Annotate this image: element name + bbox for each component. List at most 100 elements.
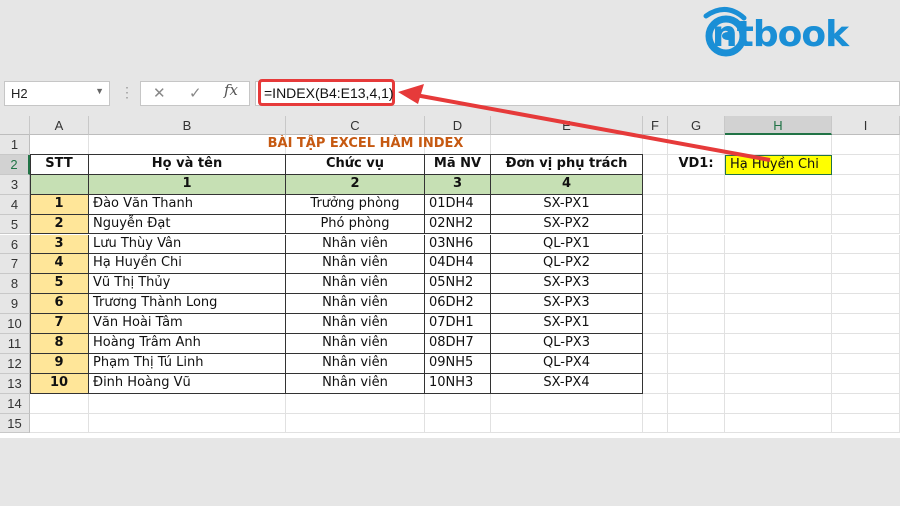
grid-cell[interactable] — [668, 294, 725, 315]
table-header[interactable]: STT — [30, 154, 89, 175]
column-header-g[interactable]: G — [668, 116, 725, 135]
stt-cell[interactable]: 1 — [30, 194, 89, 215]
employee-id-cell[interactable]: 02NH2 — [425, 214, 491, 235]
stt-cell[interactable]: 9 — [30, 353, 89, 374]
grid-cell[interactable] — [668, 334, 725, 354]
name-cell[interactable]: Vũ Thị Thủy — [89, 274, 286, 295]
grid-cell[interactable] — [725, 234, 832, 255]
grid-cell[interactable] — [286, 413, 425, 434]
column-header-f[interactable]: F — [643, 116, 668, 135]
row-header-15[interactable]: 15 — [0, 413, 30, 434]
position-cell[interactable]: Nhân viên — [286, 294, 425, 315]
employee-id-cell[interactable]: 03NH6 — [425, 234, 491, 255]
grid-cell[interactable] — [643, 234, 668, 255]
name-cell[interactable]: Lưu Thùy Vân — [89, 234, 286, 255]
grid-cell[interactable] — [832, 274, 900, 295]
table-header[interactable]: Mã NV — [425, 154, 491, 175]
unit-cell[interactable]: SX-PX3 — [491, 274, 643, 295]
stt-cell[interactable]: 4 — [30, 254, 89, 275]
index-row-cell[interactable]: 2 — [286, 174, 425, 195]
column-header-a[interactable]: A — [30, 116, 89, 135]
grid-cell[interactable] — [643, 274, 668, 295]
position-cell[interactable]: Nhân viên — [286, 314, 425, 334]
table-header[interactable]: Đơn vị phụ trách — [491, 154, 643, 175]
stt-cell[interactable]: 8 — [30, 334, 89, 354]
unit-cell[interactable]: SX-PX1 — [491, 314, 643, 334]
row-header-10[interactable]: 10 — [0, 314, 30, 334]
grid-cell[interactable] — [725, 314, 832, 334]
unit-cell[interactable]: SX-PX1 — [491, 194, 643, 215]
row-header-13[interactable]: 13 — [0, 373, 30, 394]
grid-cell[interactable] — [643, 174, 668, 195]
column-header-e[interactable]: E — [491, 116, 643, 135]
grid-cell[interactable] — [725, 294, 832, 315]
employee-id-cell[interactable]: 10NH3 — [425, 373, 491, 394]
spreadsheet-grid[interactable]: A B C D E F G H I 1 2 3 4 5 6 7 8 9 10 11 12 13 14 15 BÀI TẬP EX… — [0, 116, 900, 438]
vd1-result-cell[interactable]: Hạ Huyền Chi — [725, 154, 832, 175]
employee-id-cell[interactable]: 01DH4 — [425, 194, 491, 215]
row-header-14[interactable]: 14 — [0, 393, 30, 414]
row-header-11[interactable]: 11 — [0, 334, 30, 354]
grid-cell[interactable] — [425, 413, 491, 434]
grid-cell[interactable] — [668, 234, 725, 255]
grid-cell[interactable] — [725, 194, 832, 215]
row-header-8[interactable]: 8 — [0, 274, 30, 295]
sheet-title[interactable]: BÀI TẬP EXCEL HÀM INDEX — [89, 135, 643, 155]
grid-cell[interactable] — [832, 413, 900, 434]
index-row-cell[interactable]: 1 — [89, 174, 286, 195]
grid-cell[interactable] — [725, 135, 832, 155]
grid-cell[interactable] — [668, 353, 725, 374]
row-header-7[interactable]: 7 — [0, 254, 30, 275]
grid-cell[interactable] — [668, 174, 725, 195]
grid-cell[interactable] — [668, 413, 725, 434]
row-header-3[interactable]: 3 — [0, 174, 30, 195]
position-cell[interactable]: Nhân viên — [286, 334, 425, 354]
employee-id-cell[interactable]: 08DH7 — [425, 334, 491, 354]
unit-cell[interactable]: QL-PX2 — [491, 254, 643, 275]
grid-cell[interactable] — [30, 393, 89, 414]
unit-cell[interactable]: QL-PX3 — [491, 334, 643, 354]
stt-cell[interactable]: 2 — [30, 214, 89, 235]
grid-cell[interactable] — [832, 393, 900, 414]
stt-cell[interactable]: 6 — [30, 294, 89, 315]
table-header[interactable]: Họ và tên — [89, 154, 286, 175]
stt-cell[interactable]: 5 — [30, 274, 89, 295]
name-cell[interactable]: Trương Thành Long — [89, 294, 286, 315]
grid-cell[interactable] — [725, 274, 832, 295]
row-header-5[interactable]: 5 — [0, 214, 30, 235]
grid-cell[interactable] — [832, 194, 900, 215]
stt-cell[interactable]: 3 — [30, 234, 89, 255]
insert-function-icon[interactable]: fx — [224, 81, 238, 99]
row-header-9[interactable]: 9 — [0, 294, 30, 315]
name-cell[interactable]: Phạm Thị Tú Linh — [89, 353, 286, 374]
grid-cell[interactable] — [30, 135, 89, 155]
position-cell[interactable]: Trưởng phòng — [286, 194, 425, 215]
grid-cell[interactable] — [643, 413, 668, 434]
position-cell[interactable]: Nhân viên — [286, 373, 425, 394]
row-header-4[interactable]: 4 — [0, 194, 30, 215]
grid-cell[interactable] — [725, 214, 832, 235]
name-box[interactable]: H2 ▼ — [4, 81, 110, 106]
unit-cell[interactable]: QL-PX1 — [491, 234, 643, 255]
grid-cell[interactable] — [668, 254, 725, 275]
grid-cell[interactable] — [643, 314, 668, 334]
grid-cell[interactable] — [832, 353, 900, 374]
employee-id-cell[interactable]: 09NH5 — [425, 353, 491, 374]
unit-cell[interactable]: SX-PX3 — [491, 294, 643, 315]
grid-cell[interactable] — [832, 254, 900, 275]
grid-cell[interactable] — [832, 294, 900, 315]
name-cell[interactable]: Đào Văn Thanh — [89, 194, 286, 215]
column-header-b[interactable]: B — [89, 116, 286, 135]
grid-cell[interactable] — [668, 214, 725, 235]
grid-cell[interactable] — [725, 353, 832, 374]
employee-id-cell[interactable]: 07DH1 — [425, 314, 491, 334]
grid-cell[interactable] — [286, 393, 425, 414]
index-row-cell[interactable]: 3 — [425, 174, 491, 195]
stt-cell[interactable]: 10 — [30, 373, 89, 394]
confirm-icon[interactable]: ✓ — [189, 84, 202, 102]
grid-cell[interactable] — [725, 373, 832, 394]
grid-cell[interactable] — [668, 135, 725, 155]
row-header-12[interactable]: 12 — [0, 353, 30, 374]
grid-cell[interactable] — [89, 393, 286, 414]
name-cell[interactable]: Đinh Hoàng Vũ — [89, 373, 286, 394]
